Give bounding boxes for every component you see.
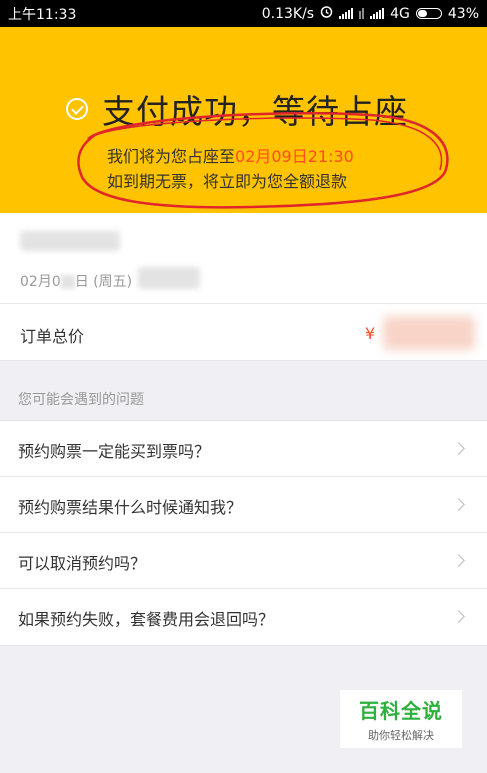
- faq-question: 如果预约失败，套餐费用会退回吗？: [18, 610, 275, 629]
- status-indicators: 0.13K/s 4G 43%: [262, 5, 479, 22]
- notice-line-1: 我们将为您占座至02月09日21:30: [107, 144, 354, 169]
- currency-symbol: ¥: [365, 324, 376, 343]
- faq-heading: 您可能会遇到的问题: [18, 392, 144, 408]
- alarm-icon: [320, 5, 333, 22]
- faq-item[interactable]: 预约购票结果什么时候通知我？: [0, 477, 487, 533]
- seat-notice: 我们将为您占座至02月09日21:30 如到期无票，将立即为您全额退款: [107, 144, 354, 194]
- order-total-label: 订单总价: [20, 327, 85, 346]
- network-speed: 0.13K/s: [261, 5, 315, 22]
- status-time: 上午11:33: [8, 6, 77, 23]
- faq-item[interactable]: 预约购票一定能买到票吗？: [0, 421, 487, 477]
- watermark-title: 百科全说: [359, 699, 443, 723]
- faq-list: 预约购票一定能买到票吗？ 预约购票结果什么时候通知我？ 可以取消预约吗？ 如果预…: [0, 420, 487, 646]
- title-row: 支付成功，等待占座: [66, 85, 408, 133]
- date-suffix: 日 (周五): [74, 274, 133, 290]
- faq-question: 可以取消预约吗？: [18, 554, 147, 573]
- ticket-date: 02月0 日 (周五): [20, 271, 132, 291]
- blurred-price: [383, 316, 475, 350]
- signal-icon: [339, 8, 354, 19]
- battery-percent: 43%: [447, 5, 479, 22]
- payment-status-header: 支付成功，等待占座 我们将为您占座至02月09日21:30 如到期无票，将立即为…: [0, 27, 487, 213]
- deadline-time: 02月09日21:30: [235, 147, 354, 166]
- order-total-row: 订单总价 ¥: [0, 304, 487, 361]
- watermark-subtitle: 助你轻松解决: [368, 729, 434, 742]
- faq-question: 预约购票一定能买到票吗？: [18, 442, 211, 461]
- date-prefix: 02月0: [20, 274, 61, 290]
- chevron-right-icon: [452, 610, 465, 623]
- page-title: 支付成功，等待占座: [102, 92, 408, 131]
- blurred-digit: [60, 275, 75, 289]
- notice-line-2: 如到期无票，将立即为您全额退款: [107, 172, 348, 191]
- battery-icon: [415, 8, 442, 19]
- ticket-info-card: 02月0 日 (周五): [0, 213, 487, 304]
- data-transfer-icon: [359, 8, 365, 19]
- chevron-right-icon: [452, 554, 465, 567]
- faq-question: 预约购票结果什么时候通知我？: [18, 498, 243, 517]
- notice-prefix: 我们将为您占座至: [107, 147, 236, 166]
- chevron-right-icon: [452, 442, 465, 455]
- battery-level: [417, 10, 428, 17]
- signal-icon-2: [370, 8, 385, 19]
- blurred-time-info: [138, 267, 200, 289]
- faq-item[interactable]: 如果预约失败，套餐费用会退回吗？: [0, 589, 487, 645]
- check-circle-icon: [66, 98, 88, 120]
- blurred-train-info: [20, 231, 120, 251]
- chevron-right-icon: [452, 498, 465, 511]
- network-type: 4G: [390, 5, 410, 22]
- status-bar: 上午11:33 0.13K/s 4G 43%: [0, 0, 487, 27]
- watermark-logo: 百科全说 助你轻松解决: [340, 690, 462, 748]
- faq-item[interactable]: 可以取消预约吗？: [0, 533, 487, 589]
